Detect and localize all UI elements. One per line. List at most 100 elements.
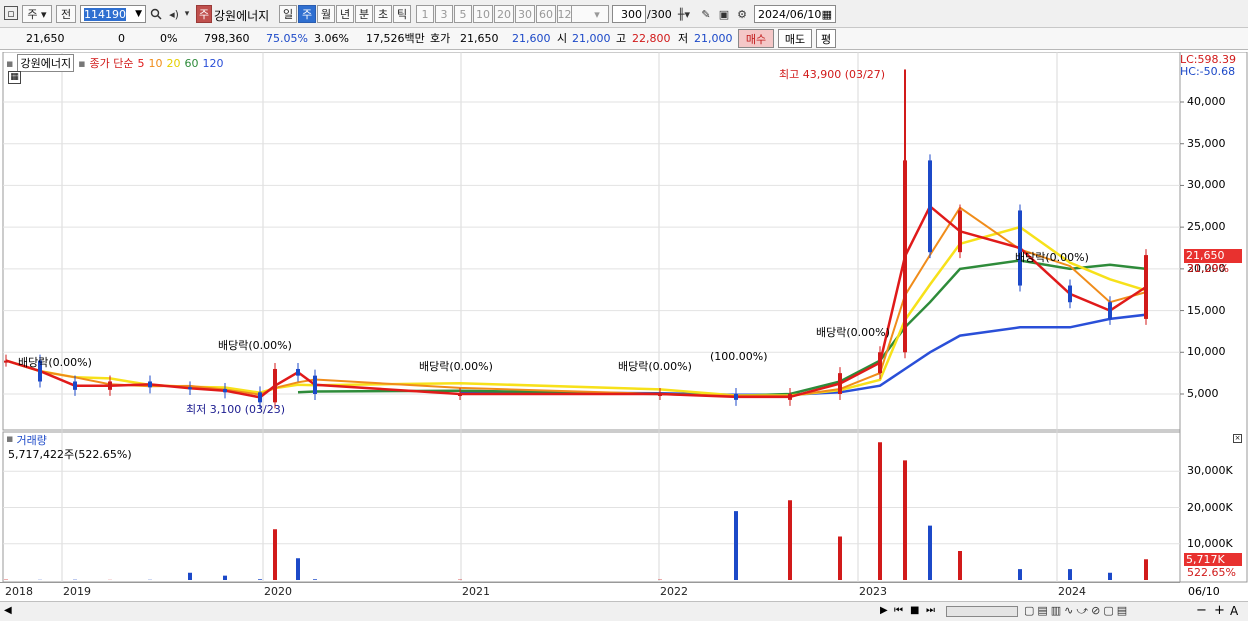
volume-bar — [258, 579, 262, 580]
interval-tab-30[interactable]: 30 — [515, 5, 535, 23]
legend-ma20[interactable]: 20 — [167, 57, 181, 70]
open-price: 21,000 — [572, 32, 611, 45]
stock-code-value: 114190 — [84, 7, 126, 21]
x-label-2022: 2022 — [660, 585, 688, 598]
x-label-2021: 2021 — [462, 585, 490, 598]
legend-ma10[interactable]: 10 — [149, 57, 163, 70]
period-tab-1[interactable]: 주 — [298, 5, 316, 23]
price-change: 0 — [118, 32, 125, 45]
x-label-2019: 2019 — [63, 585, 91, 598]
market-select[interactable]: 주 ▾ — [22, 5, 52, 23]
zoom-slider[interactable] — [946, 606, 1018, 617]
stop-icon[interactable]: ■ — [910, 605, 919, 616]
period-tab-4[interactable]: 분 — [355, 5, 373, 23]
candle-body — [188, 387, 192, 390]
main-toolbar: ▫ 주 ▾ 전 114190 ▼ ◂) ▾ 주 강원에너지 일주월년분초틱 135… — [0, 0, 1248, 28]
interval-tab-20[interactable]: 20 — [494, 5, 514, 23]
candle-type-icon[interactable]: ╫▾ — [676, 6, 692, 22]
candle-body — [878, 352, 882, 374]
stock-name: 강원에너지 — [214, 9, 270, 23]
volume-bar — [188, 572, 192, 580]
current-price: 21,650 — [26, 32, 65, 45]
count-input[interactable]: 300 — [612, 5, 646, 23]
legend-ma120[interactable]: 120 — [203, 57, 224, 70]
period-tab-2[interactable]: 월 — [317, 5, 335, 23]
legend-ma-label[interactable]: 종가 단순 — [90, 55, 134, 71]
chart-grid — [2, 52, 1248, 583]
open-label: 시 — [557, 32, 568, 45]
interval-tab-60[interactable]: 60 — [536, 5, 556, 23]
period-tab-3[interactable]: 년 — [336, 5, 354, 23]
period-tab-6[interactable]: 틱 — [393, 5, 411, 23]
calendar-icon[interactable]: ▦ — [822, 8, 832, 21]
period-tab-5[interactable]: 초 — [374, 5, 392, 23]
volume-bar — [1108, 572, 1112, 580]
ma20-line — [5, 225, 1147, 397]
font-size-icon[interactable]: A — [1230, 604, 1238, 618]
stock-code-input[interactable]: 114190 ▼ — [80, 5, 146, 23]
chart-scrollbar[interactable]: ◀ ▶ ⏮ ■ ⏭ ▢▤▥∿⤻⊘▢▤ − + A — [0, 601, 1248, 621]
interval-tab-1[interactable]: 1 — [416, 5, 434, 23]
eval-button[interactable]: 평 — [816, 29, 836, 48]
window-icon[interactable]: ▫ — [4, 6, 18, 20]
tool-icons[interactable]: ▢▤▥∿⤻⊘▢▤ — [1024, 604, 1130, 618]
candle-body — [903, 160, 907, 353]
candle-body — [223, 388, 227, 393]
x-label-current: 06/10 — [1188, 585, 1220, 598]
dividend-mark-2: 배당락(0.00%) — [218, 339, 292, 352]
high-price: 22,800 — [632, 32, 671, 45]
volume-bar — [878, 442, 882, 580]
ma5-line — [5, 204, 1147, 399]
zoom-out-icon[interactable]: − — [1196, 603, 1207, 618]
ma120-line — [459, 313, 1147, 397]
hoga-label: 호가 — [430, 32, 451, 45]
draw-tool-icon[interactable]: ✎ — [698, 6, 714, 22]
sell-button[interactable]: 매도 — [778, 29, 812, 48]
interval-select[interactable]: ▾ — [571, 5, 609, 23]
current-pct-tag: 31.29% — [1187, 262, 1229, 275]
period-tab-0[interactable]: 일 — [279, 5, 297, 23]
buy-button[interactable]: 매수 — [738, 29, 774, 48]
interval-tab-3[interactable]: 3 — [435, 5, 453, 23]
candle-body — [273, 368, 277, 403]
scroll-right-icon[interactable]: ▶ — [880, 605, 888, 616]
gear-icon[interactable]: ⚙ — [734, 6, 750, 22]
low-annotation: 최저 3,100 (03/23) — [186, 403, 286, 416]
chart-legend: ▪ 강원에너지 ▪ 종가 단순 5 10 20 60 120 — [6, 54, 224, 72]
candle-body — [788, 394, 792, 400]
bid-price: 21,600 — [512, 32, 551, 45]
price-chart[interactable] — [0, 52, 1248, 602]
price-tick-label: 35,000 — [1187, 136, 1226, 150]
market-label: 주 — [27, 8, 38, 21]
volume-tick-label: 30,000K — [1187, 464, 1233, 478]
forward-icon[interactable]: ⏭ — [926, 605, 935, 616]
dropdown-arrow-icon[interactable]: ▼ — [135, 9, 142, 19]
legend-ma5[interactable]: 5 — [138, 57, 145, 70]
x-label-2020: 2020 — [264, 585, 292, 598]
change-percent: 0% — [160, 32, 178, 45]
rewind-icon[interactable]: ⏮ — [894, 605, 903, 616]
legend-ma60[interactable]: 60 — [185, 57, 199, 70]
volume-bar — [1068, 569, 1072, 580]
save-icon[interactable]: ▣ — [716, 6, 732, 22]
speaker-icon[interactable]: ◂) — [166, 6, 182, 22]
legend-stock-name[interactable]: 강원에너지 — [17, 54, 75, 72]
price-tick-label: 40,000 — [1187, 95, 1226, 108]
date-input[interactable]: 2024/06/10 ▦ — [754, 5, 836, 23]
search-icon[interactable] — [148, 6, 164, 22]
panel-close-icon[interactable]: × — [1233, 434, 1242, 443]
volume-bar — [928, 525, 932, 580]
volume-readout: 5,717,422주(522.65%) — [8, 448, 132, 461]
price-tick-label: 25,000 — [1187, 220, 1226, 234]
legend-bullet: ▪ — [6, 56, 14, 70]
scroll-left-icon[interactable]: ◀ — [4, 605, 12, 616]
interval-tab-10[interactable]: 10 — [473, 5, 493, 23]
dividend-mark-3: 배당락(0.00%) — [419, 360, 493, 373]
hc-value: HC:-50.68 — [1180, 65, 1236, 78]
prev-button[interactable]: 전 — [56, 5, 76, 23]
interval-tab-5[interactable]: 5 — [454, 5, 472, 23]
table-icon[interactable]: ▦ — [8, 71, 21, 84]
zoom-in-icon[interactable]: + — [1214, 603, 1225, 618]
volume-bar — [273, 529, 277, 580]
menu-arrow-icon[interactable]: ▾ — [182, 6, 192, 22]
